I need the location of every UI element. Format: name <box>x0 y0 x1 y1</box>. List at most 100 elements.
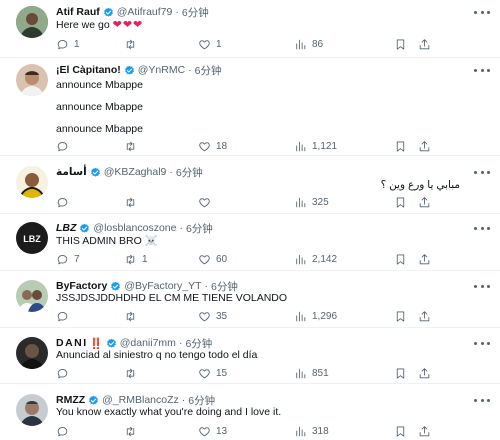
retweet-button[interactable]: 1 <box>124 251 148 267</box>
user-handle[interactable]: @Atifrauf79 <box>117 6 173 18</box>
user-handle[interactable]: @losblancoszone <box>93 222 176 234</box>
verified-icon <box>106 338 117 349</box>
like-button[interactable]: 13 <box>198 423 227 439</box>
reply-count: 1 <box>74 38 80 50</box>
reply-button[interactable] <box>56 423 74 439</box>
share-button[interactable] <box>418 423 431 439</box>
display-name[interactable]: أسامة <box>56 166 87 178</box>
share-button[interactable] <box>418 365 431 381</box>
tweet-item[interactable]: Atif Rauf @Atifrauf79 · 6分钟 Here we go ❤… <box>0 0 500 58</box>
views-button[interactable]: 851 <box>294 365 329 381</box>
views-count: 1,296 <box>312 310 338 322</box>
display-name[interactable]: ¡El Càpitano! <box>56 64 121 76</box>
views-count: 851 <box>312 367 329 379</box>
share-button[interactable] <box>418 138 431 154</box>
user-handle[interactable]: @KBZaghal9 <box>104 166 167 178</box>
share-icon <box>418 140 431 153</box>
bookmark-icon <box>394 140 407 153</box>
like-icon <box>198 310 211 323</box>
bookmark-button[interactable] <box>394 138 407 154</box>
tweet-item[interactable]: أسامة @KBZaghal9 · 6分钟 مبابي يا ورع وين … <box>0 156 500 214</box>
tweet-actions: 1 1 86 <box>56 36 480 52</box>
like-button[interactable]: 15 <box>198 365 227 381</box>
tweet-item[interactable]: ¡El Càpitano! @YnRMC · 6分钟 announce Mbap… <box>0 58 500 156</box>
share-icon <box>418 38 431 51</box>
like-count: 18 <box>216 140 228 152</box>
views-icon <box>294 196 307 209</box>
tweet-item[interactable]: ByFactory @ByFactory_YT · 6分钟 JSSJDSJDDH… <box>0 271 500 328</box>
views-button[interactable]: 325 <box>294 194 329 210</box>
tweet-item[interactable]: RMZZ @_RMBlancoZz · 6分钟 You know exactly… <box>0 384 500 440</box>
retweet-button[interactable] <box>124 138 142 154</box>
verified-icon <box>110 281 121 292</box>
share-button[interactable] <box>418 36 431 52</box>
reply-button[interactable]: 7 <box>56 251 80 267</box>
bookmark-button[interactable] <box>394 251 407 267</box>
more-icon[interactable] <box>474 222 490 234</box>
like-icon <box>198 425 211 438</box>
reply-button[interactable]: 1 <box>56 36 80 52</box>
verified-icon <box>124 65 135 76</box>
share-button[interactable] <box>418 251 431 267</box>
reply-icon <box>56 196 69 209</box>
tweet-line: announce Mbappe <box>56 101 143 113</box>
views-count: 1,121 <box>312 140 338 152</box>
reply-icon <box>56 38 69 51</box>
avatar[interactable] <box>16 337 48 369</box>
tweet-text: JSSJDSJDDHDHD EL CM ME TIENE VOLANDO <box>56 292 288 304</box>
like-button[interactable]: 35 <box>198 308 227 324</box>
tweet-item[interactable]: LBZ LBZ @losblancoszone · 6分钟 THIS ADMIN… <box>0 214 500 271</box>
share-button[interactable] <box>418 194 431 210</box>
views-button[interactable]: 2,142 <box>294 251 337 267</box>
views-button[interactable]: 86 <box>294 36 323 52</box>
bookmark-button[interactable] <box>394 365 407 381</box>
retweet-button[interactable] <box>124 194 142 210</box>
avatar[interactable] <box>16 166 48 198</box>
display-name[interactable]: Atif Rauf <box>56 6 100 18</box>
bookmark-button[interactable] <box>394 308 407 324</box>
retweet-icon <box>124 140 137 153</box>
more-icon[interactable] <box>474 64 490 76</box>
bookmark-button[interactable] <box>394 194 407 210</box>
avatar[interactable] <box>16 6 48 38</box>
like-button[interactable] <box>198 194 216 210</box>
views-button[interactable]: 1,296 <box>294 308 337 324</box>
like-button[interactable]: 60 <box>198 251 227 267</box>
user-handle[interactable]: @YnRMC <box>138 64 185 76</box>
more-icon[interactable] <box>474 6 490 18</box>
reply-button[interactable] <box>56 194 74 210</box>
retweet-button[interactable] <box>124 308 142 324</box>
like-button[interactable]: 18 <box>198 138 227 154</box>
reply-button[interactable] <box>56 138 74 154</box>
reply-count: 7 <box>74 253 80 265</box>
like-count: 15 <box>216 367 228 379</box>
display-name[interactable]: LBZ <box>56 222 76 234</box>
bookmark-button[interactable] <box>394 36 407 52</box>
avatar[interactable] <box>16 64 48 96</box>
like-icon <box>198 196 211 209</box>
timestamp[interactable]: 6分钟 <box>195 63 222 78</box>
avatar[interactable] <box>16 394 48 426</box>
views-button[interactable]: 1,121 <box>294 138 337 154</box>
reply-icon <box>56 253 69 266</box>
reply-button[interactable] <box>56 365 74 381</box>
views-icon <box>294 310 307 323</box>
views-button[interactable]: 318 <box>294 423 329 439</box>
avatar[interactable] <box>16 280 48 312</box>
retweet-button[interactable] <box>124 423 142 439</box>
separator-dot: · <box>175 6 179 18</box>
bookmark-button[interactable] <box>394 423 407 439</box>
share-button[interactable] <box>418 308 431 324</box>
like-button[interactable]: 1 <box>198 36 222 52</box>
verified-icon <box>90 167 101 178</box>
tweet-actions: 15 851 <box>56 365 480 381</box>
reply-button[interactable] <box>56 308 74 324</box>
tweet-actions: 7 1 60 2,142 <box>56 251 480 267</box>
avatar[interactable]: LBZ <box>16 222 48 254</box>
tweet-item[interactable]: DANI ‼️ @danii7mm · 6分钟 Anunciad al sini… <box>0 328 500 384</box>
retweet-button[interactable] <box>124 36 142 52</box>
share-icon <box>418 253 431 266</box>
more-icon[interactable] <box>474 166 490 178</box>
share-icon <box>418 310 431 323</box>
retweet-button[interactable] <box>124 365 142 381</box>
